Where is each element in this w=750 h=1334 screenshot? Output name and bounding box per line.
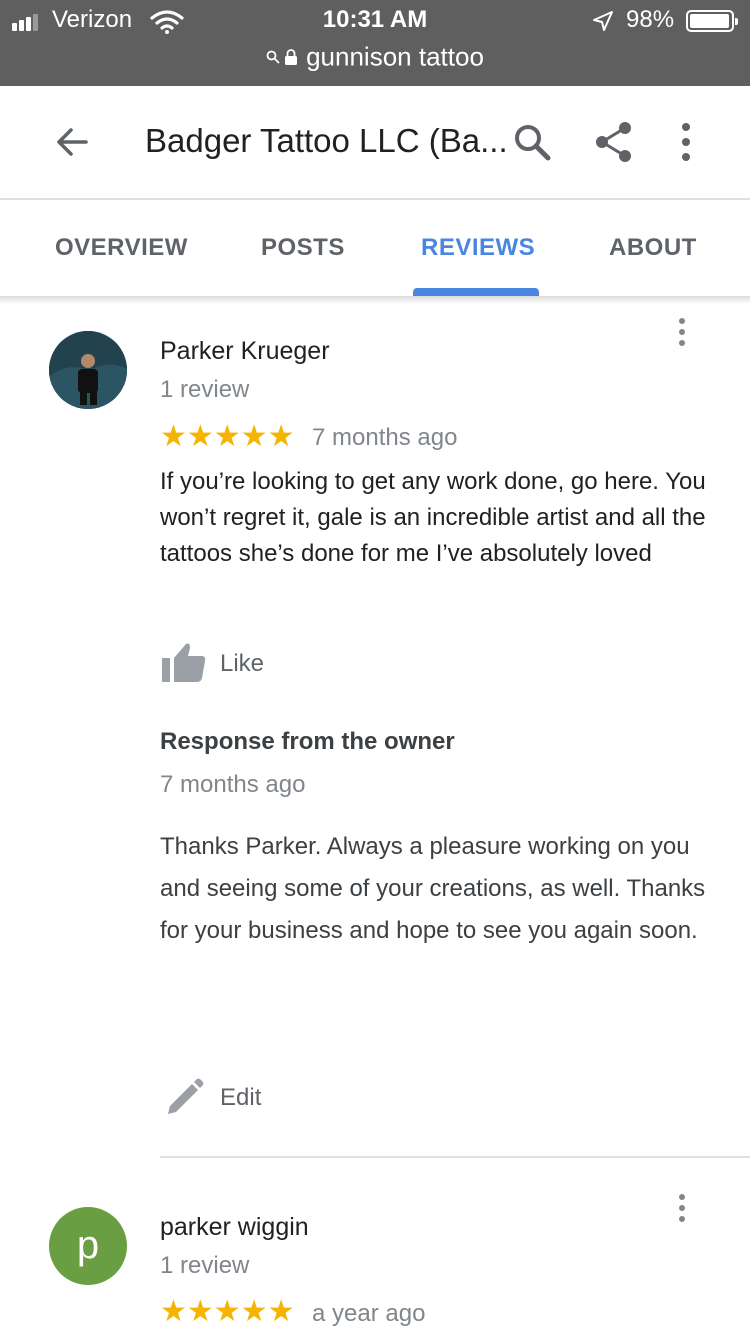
thumbs-up-icon — [162, 643, 206, 682]
lock-icon — [285, 49, 298, 66]
review-count: 1 review — [160, 376, 250, 403]
more-vert-icon[interactable] — [666, 316, 698, 348]
review-text: If you’re looking to get any work done, … — [160, 468, 706, 567]
location-arrow-icon — [593, 11, 613, 31]
url-text: gunnison tattoo — [306, 41, 484, 72]
address-bar[interactable]: gunnison tattoo — [0, 40, 750, 72]
more-vert-icon[interactable] — [664, 118, 708, 166]
owner-response-time: 7 months ago — [160, 771, 306, 798]
reviewer-name[interactable]: parker wiggin — [160, 1213, 309, 1242]
status-bar: Verizon 10:31 AM 98% gunnison tattoo — [0, 0, 750, 86]
like-label: Like — [220, 650, 265, 677]
owner-response-heading: Response from the owner — [160, 728, 455, 755]
star-rating: ★★★★★ — [160, 420, 295, 453]
app-header: Badger Tattoo LLC (Ba... — [0, 86, 750, 198]
status-row: Verizon 10:31 AM 98% — [0, 6, 750, 36]
battery-icon — [686, 10, 738, 32]
search-icon — [266, 50, 280, 64]
active-tab-indicator — [413, 288, 539, 296]
tab-reviews[interactable]: REVIEWS — [421, 234, 535, 262]
search-icon[interactable] — [508, 118, 556, 166]
pencil-icon — [168, 1078, 204, 1114]
review-divider — [160, 1156, 750, 1158]
battery-fill — [690, 14, 730, 28]
avatar[interactable]: p — [49, 1207, 127, 1285]
reviewer-name[interactable]: Parker Krueger — [160, 337, 330, 366]
edit-button[interactable]: Edit — [160, 1074, 290, 1124]
tab-overview[interactable]: OVERVIEW — [55, 234, 188, 262]
review-time: 7 months ago — [312, 424, 458, 451]
avatar[interactable] — [49, 331, 127, 409]
review-count: 1 review — [160, 1252, 250, 1279]
edit-label: Edit — [220, 1084, 262, 1111]
share-icon[interactable] — [590, 118, 638, 166]
tab-posts[interactable]: POSTS — [261, 234, 345, 262]
tab-about[interactable]: ABOUT — [609, 234, 697, 262]
more-vert-icon[interactable] — [666, 1192, 698, 1224]
back-arrow-icon[interactable] — [46, 116, 98, 168]
owner-response-text: Thanks Parker. Always a pleasure working… — [160, 833, 706, 944]
star-rating: ★★★★★ — [160, 1295, 295, 1328]
like-button[interactable]: Like — [160, 638, 300, 688]
tab-bar: OVERVIEW POSTS REVIEWS ABOUT — [0, 200, 750, 296]
page-title: Badger Tattoo LLC (Ba... — [145, 122, 508, 159]
review-time: a year ago — [312, 1300, 426, 1327]
battery-percent: 98% — [626, 6, 675, 33]
profile-photo — [49, 331, 127, 409]
